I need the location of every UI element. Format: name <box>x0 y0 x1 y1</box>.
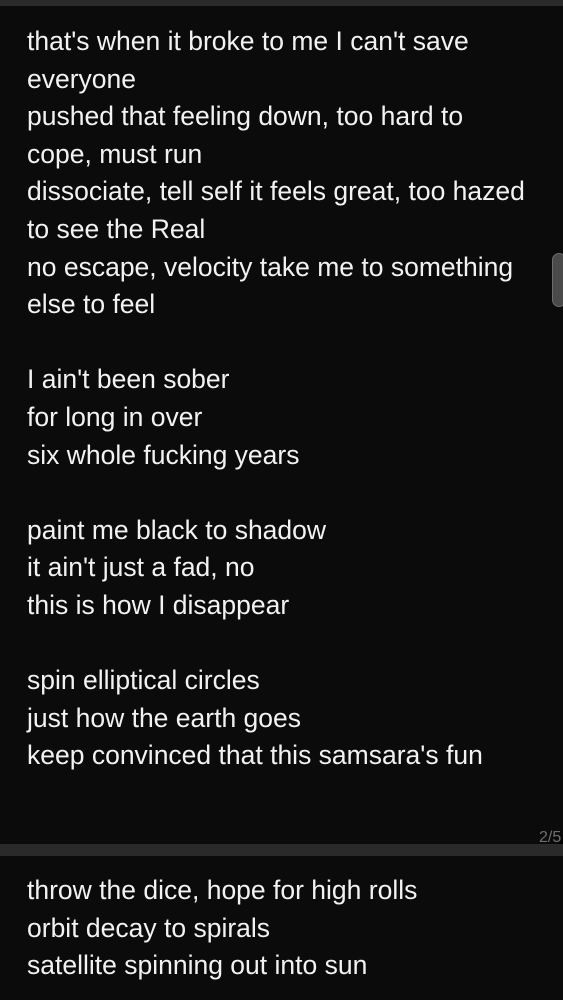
text-post-card: throw the dice, hope for high rolls orbi… <box>0 856 563 1000</box>
stanza-break <box>27 625 557 663</box>
post-line: I ain't been sober <box>27 364 230 395</box>
post-line: six whole fucking years <box>27 439 300 470</box>
post-line: that's when it broke to me I can't save <box>27 26 469 56</box>
stanza-break <box>27 324 557 362</box>
post-text: throw the dice, hope for high rolls orbi… <box>27 872 557 985</box>
card-separator <box>0 844 563 856</box>
post-line: orbit decay to spirals <box>27 912 271 943</box>
post-text: that's when it broke to me I can't save … <box>27 23 557 775</box>
text-post-card: that's when it broke to me I can't save … <box>0 6 563 844</box>
post-line: cope, must run <box>27 138 203 169</box>
post-line: spin elliptical circles <box>27 665 260 696</box>
scroll-handle[interactable] <box>552 253 563 307</box>
post-line: it ain't just a fad, no <box>27 552 255 583</box>
post-line: to see the Real <box>27 213 206 244</box>
post-line: just how the earth goes <box>27 702 302 733</box>
post-line: throw the dice, hope for high rolls <box>27 875 418 905</box>
stanza-break <box>27 474 557 512</box>
post-line: for long in over <box>27 401 203 432</box>
post-line: everyone <box>27 63 137 94</box>
post-line: no escape, velocity take me to something <box>27 251 514 282</box>
post-line: pushed that feeling down, too hard to <box>27 101 464 132</box>
post-line: paint me black to shadow <box>27 514 327 545</box>
page-counter: 2/5 <box>539 829 562 844</box>
post-line: this is how I disappear <box>27 589 290 620</box>
post-line: else to feel <box>27 289 156 320</box>
post-line: keep convinced that this samsara's fun <box>27 740 483 771</box>
post-line: satellite spinning out into sun <box>27 950 368 981</box>
post-line: dissociate, tell self it feels great, to… <box>27 176 525 207</box>
